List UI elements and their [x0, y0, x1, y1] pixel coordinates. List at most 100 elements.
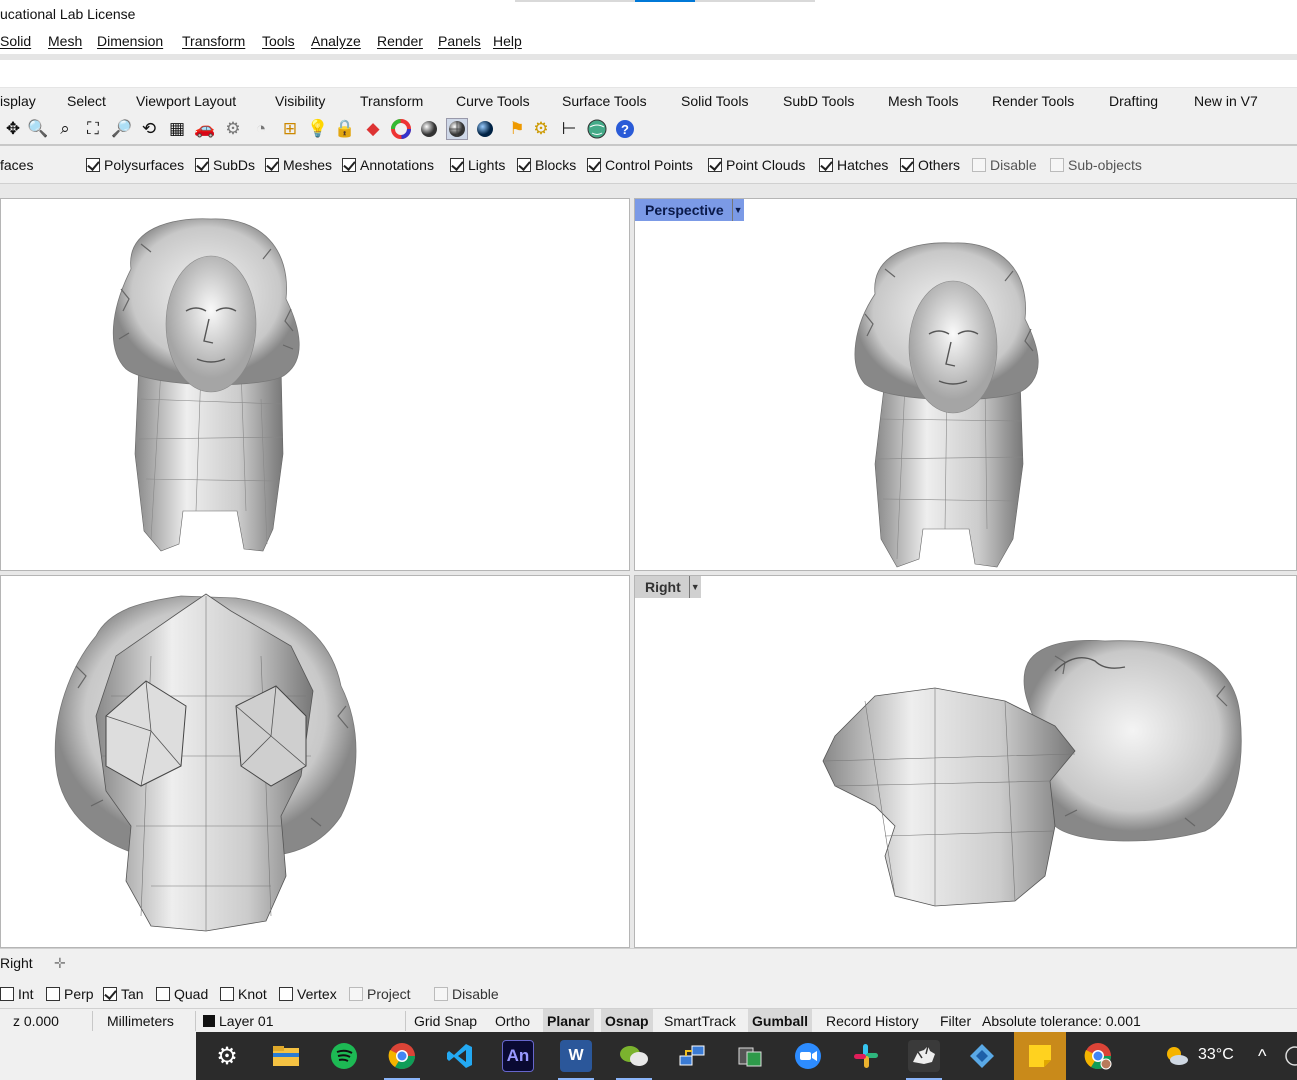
checkbox[interactable] — [972, 158, 986, 172]
rendered-sphere-icon[interactable] — [446, 118, 468, 140]
pan-icon[interactable]: ✥ — [2, 118, 24, 140]
cplane-icon[interactable]: ⊞ — [279, 118, 301, 140]
viewport-tab-right[interactable]: Right — [0, 955, 33, 971]
filter-toggle[interactable]: Filter — [936, 1009, 975, 1033]
settings-icon[interactable]: ⚙ — [211, 1040, 243, 1072]
tab-subd-tools[interactable]: SubD Tools — [783, 93, 854, 109]
osnap-int[interactable]: Int — [0, 986, 34, 1002]
checkbox[interactable] — [900, 158, 914, 172]
word-icon[interactable]: W — [560, 1040, 592, 1072]
wechat-icon[interactable] — [618, 1040, 650, 1072]
checkbox[interactable] — [517, 158, 531, 172]
tab-new-in-v7[interactable]: New in V7 — [1194, 93, 1258, 109]
network-icon[interactable] — [676, 1040, 708, 1072]
checkbox[interactable] — [279, 987, 293, 1001]
checkbox[interactable] — [0, 987, 14, 1001]
filter-others[interactable]: Others — [900, 157, 960, 173]
menu-mesh[interactable]: Mesh — [48, 33, 82, 49]
filter-meshes[interactable]: Meshes — [265, 157, 332, 173]
filter-blocks[interactable]: Blocks — [517, 157, 576, 173]
gear-icon[interactable]: ⚙ — [530, 118, 552, 140]
highlight-icon[interactable]: ⚑ — [506, 118, 528, 140]
tab-visibility[interactable]: Visibility — [275, 93, 325, 109]
four-viewports-icon[interactable]: ▦ — [166, 118, 188, 140]
zoom-selected-icon[interactable]: 🔎 — [111, 118, 133, 140]
tray-overflow-icon[interactable] — [1280, 1040, 1297, 1072]
tab-display[interactable]: isplay — [0, 93, 36, 109]
layer-icon[interactable]: ◆ — [362, 118, 384, 140]
clock-icon[interactable]: ◔ — [250, 118, 272, 140]
checkbox[interactable] — [342, 158, 356, 172]
menu-panels[interactable]: Panels — [438, 33, 481, 49]
tab-select[interactable]: Select — [67, 93, 106, 109]
named-view-icon[interactable]: ⚙ — [222, 118, 244, 140]
menu-render[interactable]: Render — [377, 33, 423, 49]
osnap-perp[interactable]: Perp — [46, 986, 94, 1002]
zoom-window-icon[interactable]: ⌕ — [54, 118, 76, 140]
blue-sphere-icon[interactable] — [474, 118, 496, 140]
snip-icon[interactable] — [734, 1040, 766, 1072]
add-viewport-icon[interactable]: ✛ — [54, 955, 66, 972]
filter-lights[interactable]: Lights — [450, 157, 505, 173]
sticky-notes-icon[interactable] — [1014, 1032, 1066, 1080]
light-bulb-icon[interactable]: 💡 — [307, 118, 329, 140]
slack-icon[interactable] — [850, 1040, 882, 1072]
menu-tools[interactable]: Tools — [262, 33, 295, 49]
osnap-quad[interactable]: Quad — [156, 986, 208, 1002]
filter-annotations[interactable]: Annotations — [342, 157, 434, 173]
checkbox[interactable] — [86, 158, 100, 172]
checkbox[interactable] — [1050, 158, 1064, 172]
checkbox[interactable] — [587, 158, 601, 172]
checkbox[interactable] — [220, 987, 234, 1001]
chrome-icon[interactable] — [386, 1040, 418, 1072]
file-explorer-icon[interactable] — [270, 1040, 302, 1072]
lock-icon[interactable]: 🔒 — [334, 118, 356, 140]
checkbox[interactable] — [46, 987, 60, 1001]
gumball-toggle[interactable]: Gumball — [748, 1009, 813, 1033]
checkbox[interactable] — [434, 987, 448, 1001]
filter-polysurfaces[interactable]: Polysurfaces — [86, 157, 184, 173]
vscode-icon[interactable] — [444, 1040, 476, 1072]
spotify-icon[interactable] — [328, 1040, 360, 1072]
viewport-right[interactable]: Right ▼ — [634, 575, 1297, 948]
checkbox[interactable] — [156, 987, 170, 1001]
rotate-view-icon[interactable]: ⟲ — [138, 118, 160, 140]
tab-curve-tools[interactable]: Curve Tools — [456, 93, 530, 109]
osnap-tan[interactable]: Tan — [103, 986, 144, 1002]
tab-surface-tools[interactable]: Surface Tools — [562, 93, 647, 109]
filter-control-points[interactable]: Control Points — [587, 157, 693, 173]
shaded-sphere-icon[interactable] — [418, 118, 440, 140]
osnap-knot[interactable]: Knot — [220, 986, 267, 1002]
planar-toggle[interactable]: Planar — [543, 1009, 594, 1033]
help-icon[interactable]: ? — [614, 118, 636, 140]
filter-subds[interactable]: SubDs — [195, 157, 255, 173]
menu-help[interactable]: Help — [493, 33, 522, 49]
tab-render-tools[interactable]: Render Tools — [992, 93, 1074, 109]
globe-icon[interactable] — [586, 118, 608, 140]
zoom-icon[interactable] — [792, 1040, 824, 1072]
grid-snap-toggle[interactable]: Grid Snap — [410, 1009, 481, 1033]
zoom-extents-icon[interactable]: ⛶ — [82, 118, 104, 140]
chevron-up-icon[interactable]: ^ — [1258, 1046, 1266, 1067]
ortho-toggle[interactable]: Ortho — [491, 1009, 534, 1033]
checkbox[interactable] — [450, 158, 464, 172]
weather-icon[interactable] — [1160, 1040, 1192, 1072]
rhino-icon[interactable] — [908, 1040, 940, 1072]
menu-solid[interactable]: Solid — [0, 33, 31, 49]
dimension-icon[interactable]: ⊢ — [558, 118, 580, 140]
osnap-vertex[interactable]: Vertex — [279, 986, 337, 1002]
animate-icon[interactable]: An — [502, 1040, 534, 1072]
filter-point-clouds[interactable]: Point Clouds — [708, 157, 805, 173]
filter-sub-objects[interactable]: Sub-objects — [1050, 157, 1142, 173]
record-history-toggle[interactable]: Record History — [822, 1009, 923, 1033]
viewport-top[interactable] — [0, 575, 630, 948]
menu-analyze[interactable]: Analyze — [311, 33, 361, 49]
command-area[interactable] — [0, 54, 1297, 88]
filter-disable[interactable]: Disable — [972, 157, 1037, 173]
menu-transform[interactable]: Transform — [182, 33, 245, 49]
current-layer[interactable]: Layer 01 — [219, 1013, 273, 1029]
tab-drafting[interactable]: Drafting — [1109, 93, 1158, 109]
checkbox[interactable] — [349, 987, 363, 1001]
car-icon[interactable]: 🚗 — [194, 118, 216, 140]
color-wheel-icon[interactable] — [390, 118, 412, 140]
